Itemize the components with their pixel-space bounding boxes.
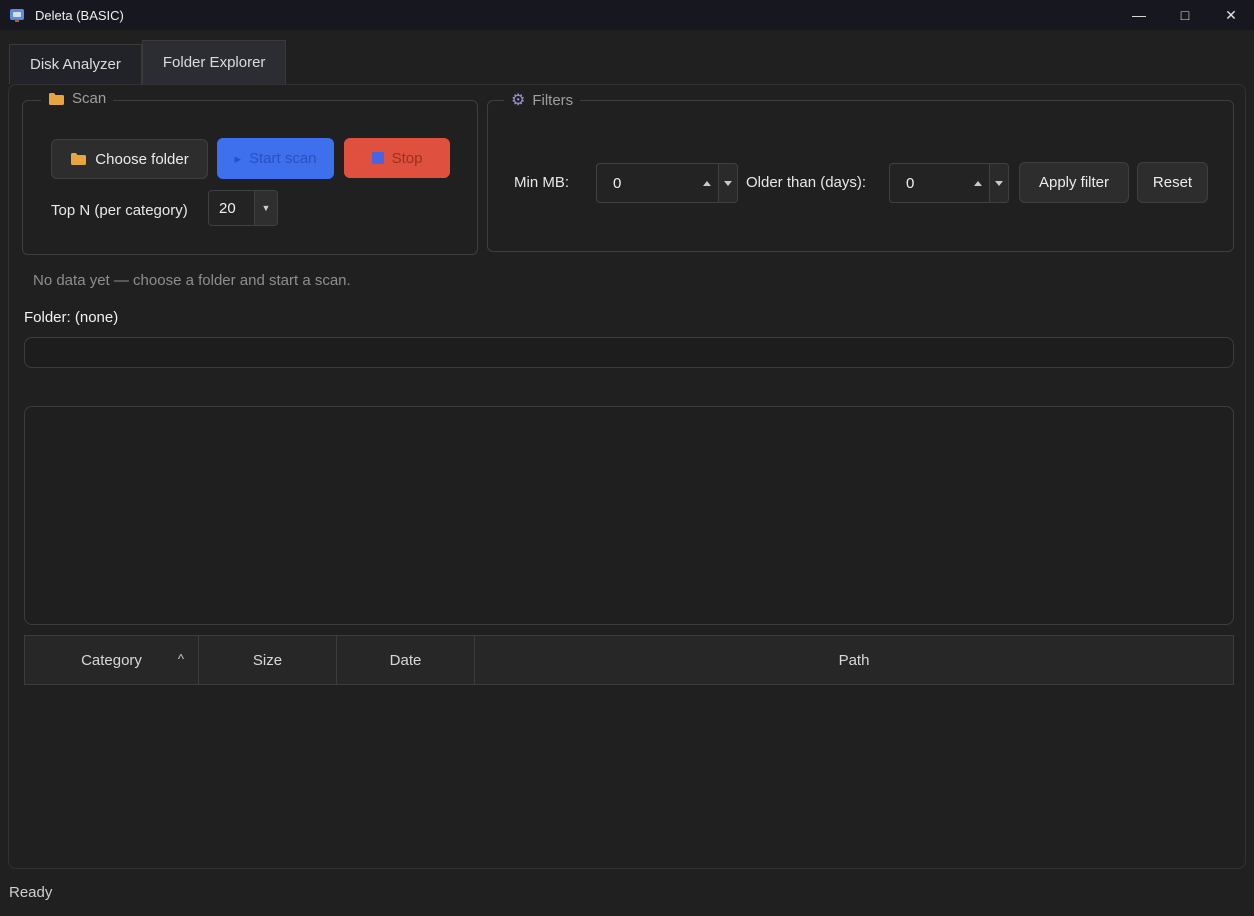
chevron-down-icon[interactable]: ▼ xyxy=(254,191,277,225)
folder-icon xyxy=(71,153,87,165)
min-mb-spinbox[interactable]: 0 xyxy=(596,163,738,203)
column-header-path[interactable]: Path xyxy=(475,636,1233,684)
folder-path-input[interactable] xyxy=(24,337,1234,368)
reset-button[interactable]: Reset xyxy=(1137,162,1208,203)
play-icon: ▸ xyxy=(234,150,241,166)
column-header-date[interactable]: Date xyxy=(337,636,475,684)
top-n-combobox[interactable]: 20 ▼ xyxy=(208,190,278,226)
choose-folder-label: Choose folder xyxy=(95,150,189,168)
scan-group-title: Scan xyxy=(72,90,107,107)
spin-down-button[interactable] xyxy=(989,164,1008,202)
sort-ascending-icon: ^ xyxy=(177,651,184,667)
older-than-label: Older than (days): xyxy=(746,174,867,191)
table-header-row: Category ^ Size Date Path xyxy=(24,635,1234,685)
scan-group-legend: Scan xyxy=(41,90,114,107)
older-than-spinbox[interactable]: 0 xyxy=(889,163,1009,203)
window-title: Deleta (BASIC) xyxy=(35,7,124,23)
stop-icon xyxy=(371,152,384,164)
min-mb-label: Min MB: xyxy=(514,174,570,191)
min-mb-value[interactable]: 0 xyxy=(597,164,696,202)
arrow-up-icon xyxy=(974,180,982,186)
maximize-button[interactable]: □ xyxy=(1162,0,1208,30)
start-scan-label: Start scan xyxy=(249,150,317,167)
tab-folder-explorer[interactable]: Folder Explorer xyxy=(141,40,287,84)
no-data-message: No data yet — choose a folder and start … xyxy=(33,272,351,289)
top-n-label: Top N (per category) xyxy=(51,202,188,219)
arrow-down-icon xyxy=(724,180,732,186)
choose-folder-button[interactable]: Choose folder xyxy=(51,139,208,179)
scan-group: Scan Choose folder ▸ Start scan Stop Top… xyxy=(22,90,478,255)
column-header-category[interactable]: Category ^ xyxy=(25,636,199,684)
filters-group-legend: ⚙ Filters xyxy=(504,90,581,110)
folder-label: Folder: (none) xyxy=(24,309,119,326)
top-n-value: 20 xyxy=(219,199,236,217)
tab-disk-analyzer[interactable]: Disk Analyzer xyxy=(9,44,142,84)
gear-icon: ⚙ xyxy=(511,92,526,109)
results-chart-area xyxy=(24,406,1234,625)
apply-filter-button[interactable]: Apply filter xyxy=(1019,162,1129,203)
stop-button[interactable]: Stop xyxy=(344,138,450,178)
arrow-down-icon xyxy=(995,180,1003,186)
minimize-button[interactable]: — xyxy=(1116,0,1162,30)
column-header-size[interactable]: Size xyxy=(199,636,337,684)
arrow-up-icon xyxy=(703,180,711,186)
spin-down-button[interactable] xyxy=(718,164,737,202)
table-body-empty xyxy=(24,685,1234,861)
spin-up-button[interactable] xyxy=(696,164,718,202)
start-scan-button[interactable]: ▸ Start scan xyxy=(217,138,334,179)
stop-label: Stop xyxy=(391,149,423,167)
older-than-value[interactable]: 0 xyxy=(890,164,967,202)
results-table: Category ^ Size Date Path xyxy=(24,635,1234,861)
window-controls: — □ ✕ xyxy=(1116,0,1254,30)
status-bar-text: Ready xyxy=(9,884,53,901)
close-button[interactable]: ✕ xyxy=(1208,0,1254,30)
tab-bar: Disk Analyzer Folder Explorer xyxy=(9,40,287,84)
spin-up-button[interactable] xyxy=(967,164,989,202)
app-icon xyxy=(10,9,24,22)
filters-group: ⚙ Filters Min MB: 0 Older than (days): 0… xyxy=(487,90,1234,252)
titlebar: Deleta (BASIC) — □ ✕ xyxy=(0,0,1254,30)
folder-icon xyxy=(49,92,64,105)
filters-group-title: Filters xyxy=(532,91,574,109)
